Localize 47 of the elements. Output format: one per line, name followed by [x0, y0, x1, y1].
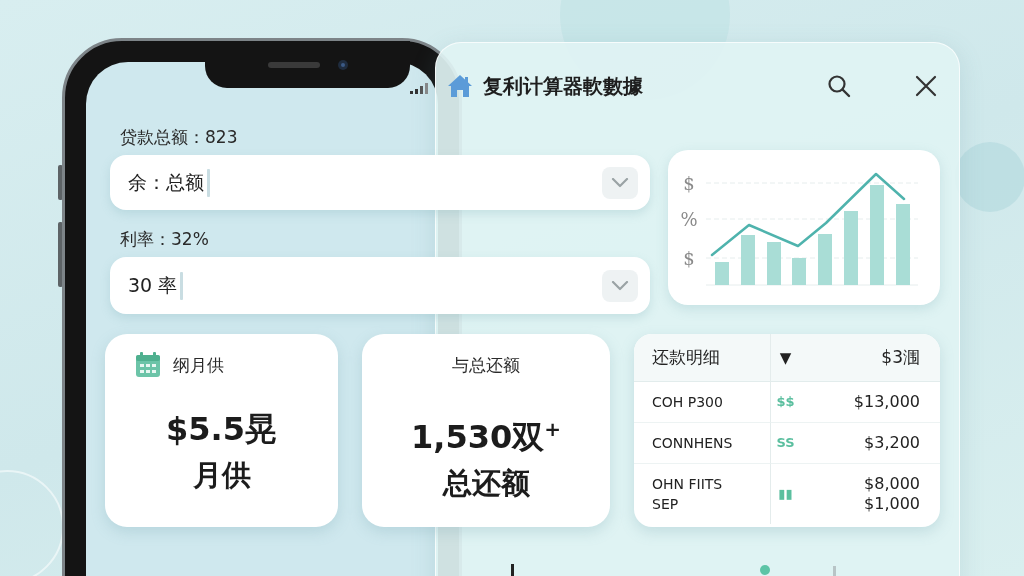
sort-caret[interactable]: ▼: [779, 348, 792, 367]
home-icon[interactable]: [447, 74, 473, 98]
input-field[interactable]: 余：总额: [110, 155, 650, 210]
card-caption: 月供: [192, 457, 251, 493]
chart-bar: [818, 234, 832, 285]
camera-icon: [337, 59, 348, 70]
chart-bar: [767, 242, 781, 285]
table-cell: $$: [770, 382, 800, 423]
field-label: 利率：32%: [120, 228, 209, 250]
column-header: 还款明细: [634, 334, 770, 382]
chart-bar: [715, 262, 729, 285]
card-value: 1,530双$^{+}$: [411, 416, 561, 457]
signal-icon: [410, 83, 430, 94]
card-title: 纲月供: [173, 353, 224, 377]
dropdown-button[interactable]: [602, 269, 638, 302]
axis-label: $: [683, 248, 695, 269]
column-header: $3涠: [800, 334, 940, 382]
chart-bar: [741, 235, 755, 285]
axis-label: $: [683, 173, 695, 194]
search-icon: [827, 74, 851, 98]
axis-label: %: [680, 209, 698, 230]
field-label: 贷款总额：823: [120, 126, 238, 148]
table-cell-text: OHN FIITS SEP: [651, 475, 724, 514]
calendar-icon: [135, 352, 161, 378]
chevron-down-icon: [611, 177, 629, 188]
card-caption: 总还额: [442, 464, 530, 501]
table-cell: $3,200: [800, 423, 940, 464]
bar-mark-icon: [511, 564, 514, 576]
table-cell: COH P300: [634, 382, 770, 423]
table-cell-text: $8,000 $1,000: [863, 473, 921, 515]
close-icon: [914, 74, 938, 98]
window-title: 复利计算器軟數據: [483, 72, 644, 100]
table-cell: ▮▮: [770, 464, 800, 524]
dot-icon: [760, 565, 770, 575]
card-title: 与总还额: [452, 353, 520, 377]
table-cell: $13,000: [800, 382, 940, 423]
table-cell: SS: [770, 423, 800, 464]
card-value: $5.5晃: [166, 409, 277, 449]
dropdown-button[interactable]: [602, 166, 638, 199]
text-cursor: [180, 271, 184, 300]
input-field[interactable]: 30 率: [110, 257, 650, 314]
chevron-down-icon: [611, 280, 629, 291]
text-cursor: [207, 168, 210, 197]
chart-bar: [792, 258, 806, 285]
bar-mark-icon: [833, 566, 836, 576]
speaker-icon: [267, 61, 320, 68]
table-cell: CONNHENS: [634, 423, 770, 464]
